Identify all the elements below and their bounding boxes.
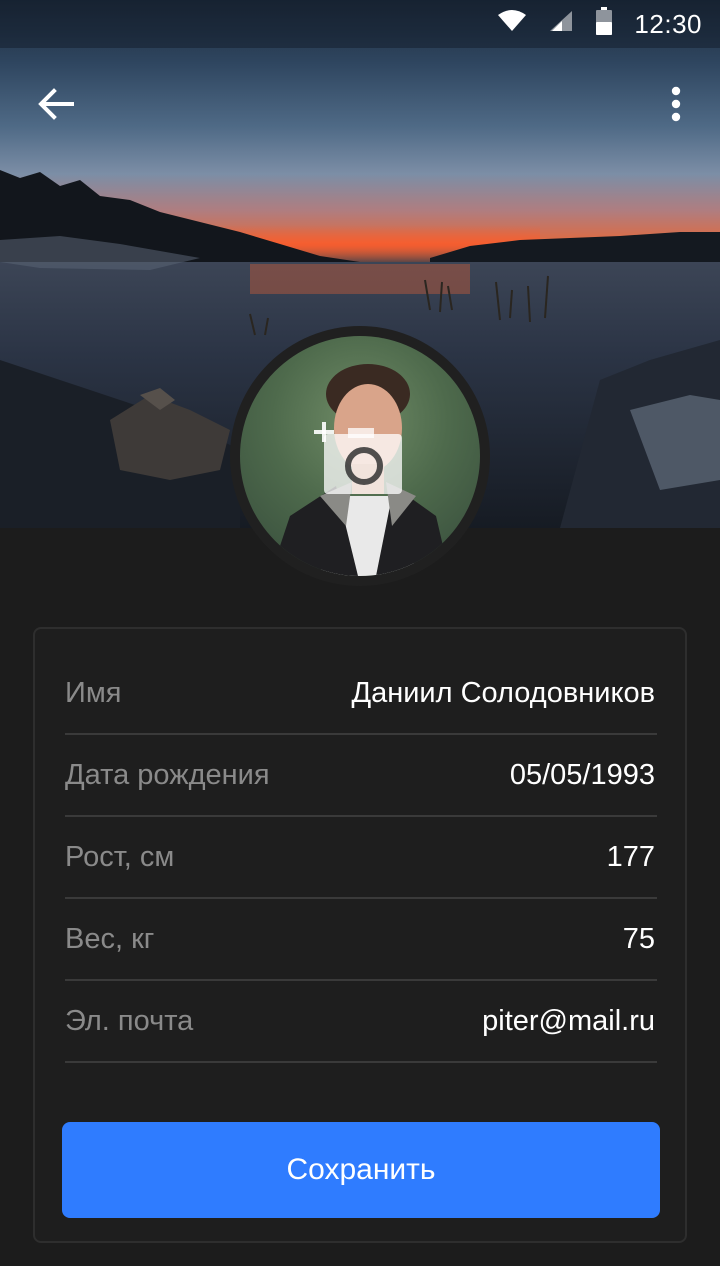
profile-form-card: Имя Даниил Солодовников Дата рождения 05… bbox=[33, 627, 687, 1243]
profile-edit-screen: 12:30 Имя Даниил Солодовников Дата рожде… bbox=[0, 0, 720, 1266]
field-label: Вес, кг bbox=[65, 922, 155, 955]
more-options-button[interactable] bbox=[652, 80, 700, 128]
field-label: Эл. почта bbox=[65, 1004, 194, 1037]
battery-icon bbox=[596, 6, 613, 42]
wifi-icon bbox=[498, 9, 527, 40]
field-value[interactable]: 75 bbox=[623, 923, 657, 956]
save-button[interactable]: Сохранить bbox=[62, 1122, 660, 1218]
status-clock: 12:30 bbox=[634, 8, 702, 39]
field-row-height[interactable]: Рост, см 177 bbox=[65, 817, 657, 899]
field-label: Имя bbox=[65, 676, 122, 709]
field-label: Рост, см bbox=[65, 840, 175, 873]
field-value[interactable]: Даниил Солодовников bbox=[351, 677, 657, 710]
back-button[interactable] bbox=[28, 80, 84, 128]
arrow-back-icon bbox=[38, 88, 74, 120]
field-label: Дата рождения bbox=[65, 758, 270, 791]
field-row-birthdate[interactable]: Дата рождения 05/05/1993 bbox=[65, 735, 657, 817]
add-photo-camera-icon[interactable] bbox=[312, 420, 404, 496]
field-row-name[interactable]: Имя Даниил Солодовников bbox=[65, 653, 657, 735]
field-value[interactable]: 05/05/1993 bbox=[510, 759, 657, 792]
cellular-signal-icon bbox=[548, 9, 574, 40]
field-row-weight[interactable]: Вес, кг 75 bbox=[65, 899, 657, 981]
field-row-email[interactable]: Эл. почта piter@mail.ru bbox=[65, 981, 657, 1063]
more-vertical-icon bbox=[671, 86, 681, 122]
field-value[interactable]: 177 bbox=[607, 841, 657, 874]
status-bar: 12:30 bbox=[0, 0, 720, 48]
field-value[interactable]: piter@mail.ru bbox=[482, 1005, 657, 1038]
